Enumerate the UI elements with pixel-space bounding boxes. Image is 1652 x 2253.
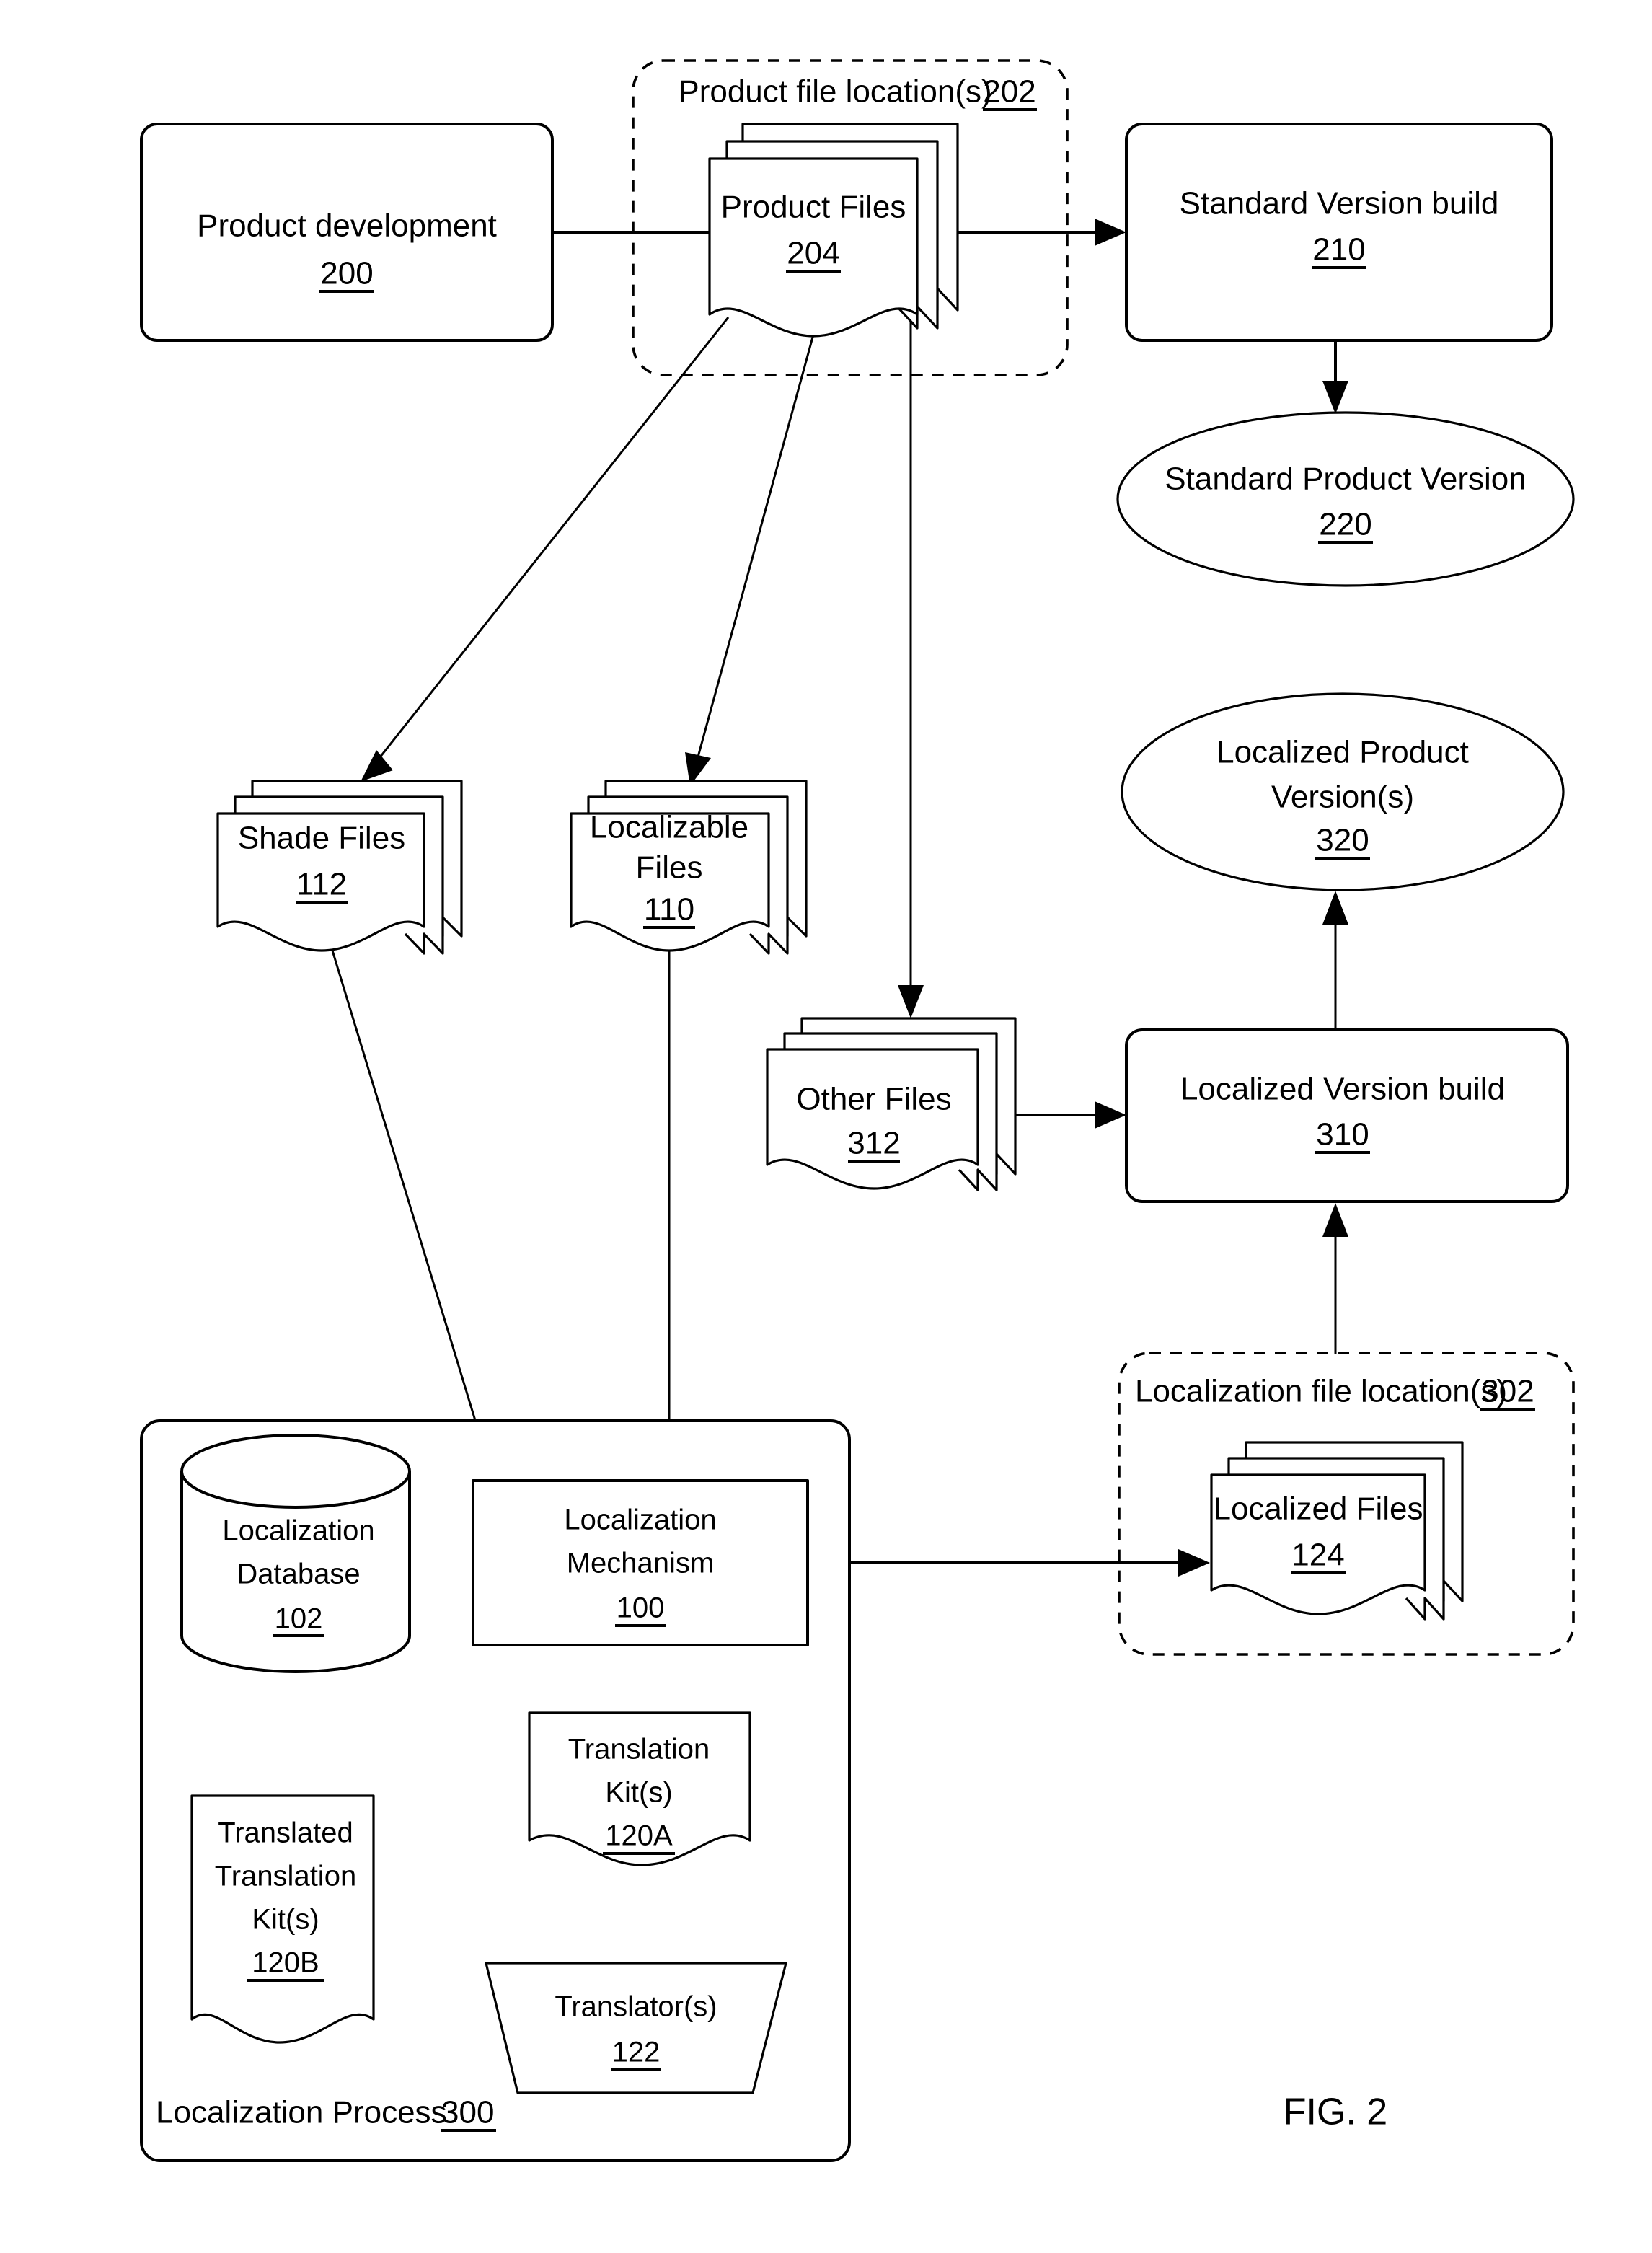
label-product-files-title: Product Files (721, 190, 906, 225)
label-localization-process-title: Localization Process (156, 2095, 447, 2130)
label-translated-translation-kits-title-line2: Translation (215, 1861, 356, 1892)
patent-flow-diagram: Product development 200 Product file loc… (140, 59, 1575, 2162)
label-translation-kits-title-line1: Translation (568, 1734, 710, 1765)
label-translation-kits-title-line2: Kit(s) (605, 1777, 672, 1809)
label-localization-mechanism-title-line1: Localization (564, 1504, 716, 1536)
label-localization-mechanism-title-line2: Mechanism (567, 1548, 715, 1579)
label-standard-version-build-ref: 210 (1312, 232, 1365, 268)
edge-localized-files-to-localized-version-build (1322, 1203, 1348, 1354)
label-translators-title: Translator(s) (555, 1991, 717, 2023)
edge-product-files-to-other-files (898, 310, 924, 1018)
edge-localizable-files-to-localization-mechanism (656, 930, 682, 1480)
label-other-files-title: Other Files (796, 1082, 951, 1117)
label-localized-files-ref: 124 (1291, 1538, 1344, 1573)
label-localized-product-version-ref: 320 (1316, 823, 1369, 858)
label-standard-product-version-ref: 220 (1319, 507, 1371, 542)
label-localizable-files-title-line1: Localizable (590, 810, 748, 845)
edge-localized-version-build-to-localized-product-version (1322, 891, 1348, 1030)
node-localized-files[interactable] (1210, 1441, 1464, 1621)
label-localized-version-build-ref: 310 (1316, 1117, 1369, 1152)
label-localization-database-ref: 102 (275, 1603, 323, 1635)
node-localized-version-build[interactable] (1125, 1028, 1569, 1203)
label-translation-kits-ref: 120A (605, 1820, 673, 1852)
label-localized-files-title: Localized Files (1213, 1491, 1423, 1527)
label-localized-product-version-title-line1: Localized Product (1216, 735, 1469, 770)
label-localization-database-title-line1: Localization (222, 1515, 374, 1547)
node-product-files[interactable] (708, 123, 959, 338)
figure-label: FIG. 2 (1284, 2091, 1387, 2133)
label-localization-database-title-line2: Database (237, 1558, 360, 1590)
edge-other-files-to-localized-version-build (1014, 1101, 1126, 1129)
label-translators-ref: 122 (612, 2037, 661, 2068)
edge-shade-files-to-localization-mechanism (326, 933, 498, 1478)
label-standard-product-version-title: Standard Product Version (1165, 462, 1526, 497)
label-localization-mechanism-ref: 100 (617, 1592, 665, 1624)
edge-standard-version-build-to-standard-product-version (1322, 340, 1348, 414)
label-translated-translation-kits-title-line3: Kit(s) (252, 1904, 319, 1936)
label-localizable-files-ref: 110 (644, 892, 694, 927)
label-other-files-ref: 312 (847, 1126, 900, 1161)
node-standard-product-version[interactable] (1116, 411, 1575, 587)
label-product-file-locations-title: Product file location(s) (678, 74, 991, 110)
label-localization-process-ref: 300 (441, 2095, 494, 2130)
label-translated-translation-kits-title-line1: Translated (218, 1817, 353, 1849)
label-shade-files-title: Shade Files (238, 821, 405, 856)
node-translators[interactable] (485, 1962, 787, 2094)
label-localization-file-locations-ref: 302 (1481, 1374, 1534, 1409)
figure-canvas: Product development 200 Product file loc… (0, 0, 1652, 2253)
label-product-development-ref: 200 (320, 256, 373, 291)
label-standard-version-build-title: Standard Version build (1180, 186, 1499, 221)
label-localizable-files-title-line2: Files (636, 850, 703, 886)
label-localized-product-version-title-line2: Version(s) (1271, 780, 1414, 815)
label-product-files-ref: 204 (787, 236, 839, 271)
edge-localization-mechanism-to-localized-files (808, 1549, 1210, 1577)
label-shade-files-ref: 112 (296, 867, 347, 902)
label-localized-version-build-title: Localized Version build (1180, 1072, 1505, 1107)
label-localization-file-locations-title: Localization file location(s) (1135, 1374, 1507, 1409)
edge-product-files-to-shade-files (361, 317, 730, 782)
edge-product-files-to-standard-version-build (956, 219, 1126, 246)
label-product-development-title: Product development (197, 208, 497, 244)
label-product-file-locations-ref: 202 (983, 74, 1035, 110)
label-translated-translation-kits-ref: 120B (252, 1947, 319, 1979)
